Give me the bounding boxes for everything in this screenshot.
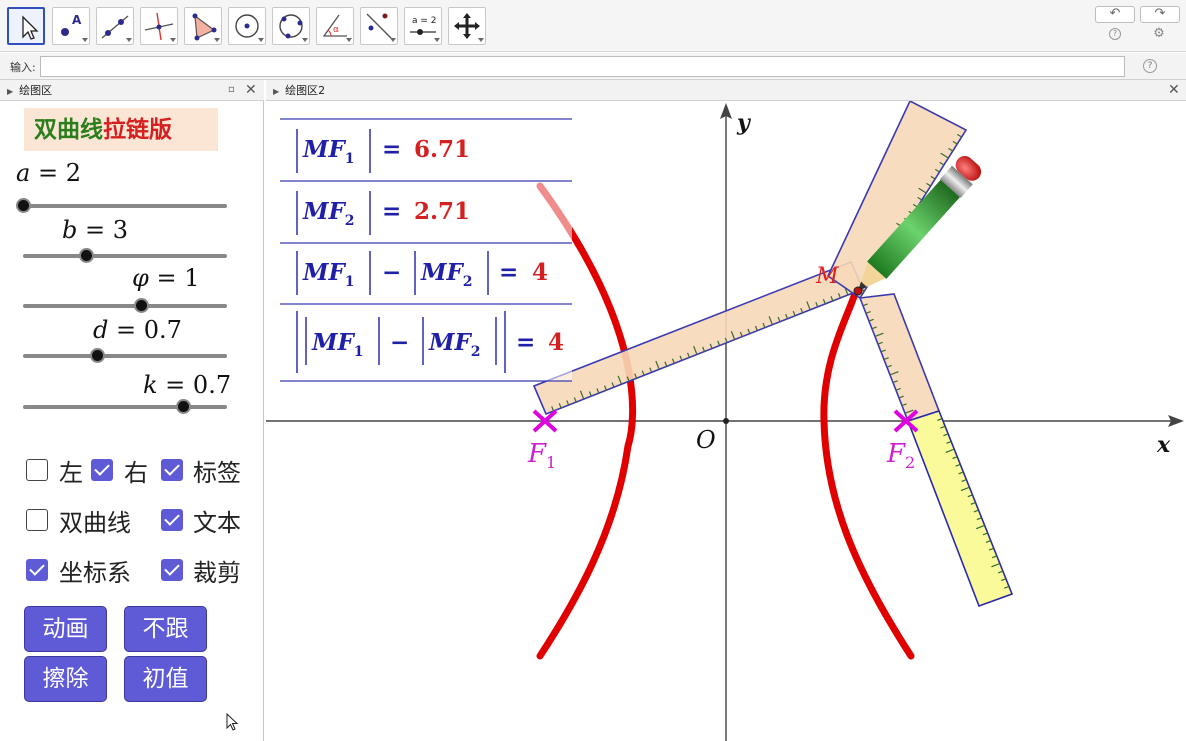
no-trace-button[interactable]: 不跟 <box>124 606 207 652</box>
heading-part1: 双曲线 <box>34 116 103 143</box>
undock-icon[interactable]: ▫ <box>228 82 235 98</box>
abs-difference-value: 4 <box>548 329 564 356</box>
heading-box: 双曲线拉链版 <box>24 108 218 151</box>
redo-button[interactable]: ↷ <box>1140 6 1180 23</box>
close-icon[interactable]: ✕ <box>1168 82 1180 98</box>
x-axis-label: x <box>1156 432 1171 458</box>
point-m[interactable] <box>853 286 863 296</box>
undo-button[interactable]: ↶ <box>1095 6 1135 23</box>
help-icon[interactable]: ? <box>1109 28 1121 40</box>
graphics-view-1-title: 绘图区 <box>19 84 53 97</box>
svg-text:−: − <box>390 329 409 356</box>
circle-center-tool-button[interactable] <box>228 7 266 45</box>
slider-tool-button[interactable]: a = 2 <box>404 7 442 45</box>
circle-three-points-tool-button[interactable] <box>272 7 310 45</box>
graphics-view-2-titlebar: ▶ 绘图区2 ✕ <box>266 80 1186 101</box>
polygon-tool-button[interactable] <box>184 7 222 45</box>
graphics-view-1: 双曲线拉链版 a = 2b = 3φ = 1d = 0.7 k = 0.7 左 右… <box>0 101 264 741</box>
checkbox-axes[interactable] <box>26 559 48 581</box>
point-tool-button[interactable]: A <box>52 7 90 45</box>
distance-table: MF1 = 6.71 MF2 = 2.71 MF1 − MF2 = 4 MF1 … <box>280 118 572 382</box>
focus-f2-label: F2 <box>886 439 915 472</box>
close-icon[interactable]: ✕ <box>245 82 257 98</box>
angle-tool-button[interactable]: α <box>316 7 354 45</box>
checkbox-left[interactable] <box>26 459 48 481</box>
move-graphics-view-button[interactable] <box>448 7 486 45</box>
slider-0-label: a = 2 <box>16 159 81 187</box>
reset-button[interactable]: 初值 <box>124 656 207 702</box>
origin-point <box>723 418 729 424</box>
checkbox-clip-label: 裁剪 <box>193 559 241 587</box>
undo-icon: ↶ <box>1109 6 1121 21</box>
slider-0-track[interactable] <box>23 204 227 208</box>
point-m-label: M <box>815 264 839 289</box>
checkbox-labels-label: 标签 <box>193 459 241 487</box>
svg-text:=: = <box>499 259 518 286</box>
checkbox-left-label: 左 <box>59 459 83 487</box>
reflect-tool-button[interactable] <box>360 7 398 45</box>
y-axis-label: y <box>736 110 752 136</box>
ruler-mf2 <box>858 293 941 422</box>
heading-part2: 拉链版 <box>103 116 172 143</box>
mf2-value: 2.71 <box>414 198 470 225</box>
settings-icon[interactable]: ⚙ <box>1153 27 1165 40</box>
input-field[interactable] <box>40 56 1125 77</box>
slider-3-label: d = 0.7 <box>93 316 182 344</box>
mf1-value: 6.71 <box>414 136 470 163</box>
slider-1-label: b = 3 <box>62 216 129 244</box>
slider-2-track[interactable] <box>23 304 227 308</box>
svg-text:A: A <box>72 13 82 27</box>
checkbox-axes-label: 坐标系 <box>59 559 131 587</box>
checkbox-right[interactable] <box>91 459 113 481</box>
graphics-view-2-title: 绘图区2 <box>285 84 326 97</box>
checkbox-hyperbola[interactable] <box>26 509 48 531</box>
input-bar: 输入: ? <box>0 53 1186 80</box>
difference-value: 4 <box>532 259 548 286</box>
redo-icon: ↷ <box>1154 6 1166 21</box>
input-help-icon[interactable]: ? <box>1143 59 1157 73</box>
svg-text:−: − <box>382 259 401 286</box>
checkbox-text[interactable] <box>161 509 183 531</box>
slider-4-knob[interactable] <box>175 399 191 414</box>
slider-2-knob[interactable] <box>133 298 149 313</box>
slider-4-label: k = 0.7 <box>143 371 232 399</box>
slider-1-track[interactable] <box>23 254 227 258</box>
slider-3-track[interactable] <box>23 354 227 358</box>
slider-3-knob[interactable] <box>90 348 106 363</box>
ruler-mf1 <box>532 260 865 416</box>
graphics-view-1-titlebar: ▶ 绘图区 ▫ ✕ <box>0 80 264 101</box>
input-label: 输入: <box>10 61 36 74</box>
svg-text:α: α <box>333 25 339 35</box>
svg-text:=: = <box>516 329 535 356</box>
checkbox-right-label: 右 <box>124 459 148 487</box>
slider-4-track[interactable] <box>23 405 227 409</box>
svg-text:=: = <box>382 136 401 163</box>
svg-text:=: = <box>382 198 401 225</box>
mouse-cursor-icon <box>226 713 239 731</box>
slider-0-knob[interactable] <box>16 198 31 213</box>
perpendicular-tool-button[interactable] <box>140 7 178 45</box>
line-tool-button[interactable] <box>96 7 134 45</box>
checkbox-text-label: 文本 <box>193 509 241 537</box>
checkbox-hyperbola-label: 双曲线 <box>59 509 131 537</box>
slider-1-knob[interactable] <box>78 248 94 263</box>
focus-f1-label: F1 <box>527 439 556 472</box>
erase-button[interactable]: 擦除 <box>24 656 107 702</box>
collapse-triangle-icon[interactable]: ▶ <box>273 81 279 102</box>
toolbar: A α a = 2 ↶ ↷ ? ⚙ <box>0 0 1186 52</box>
checkbox-clip[interactable] <box>161 559 183 581</box>
collapse-triangle-icon[interactable]: ▶ <box>7 81 13 102</box>
move-tool-button[interactable] <box>7 7 45 45</box>
checkbox-labels[interactable] <box>161 459 183 481</box>
slider-tool-text: a = 2 <box>412 16 437 26</box>
animate-button[interactable]: 动画 <box>24 606 107 652</box>
origin-label: O <box>696 426 716 454</box>
ruler-yellow <box>906 410 1014 608</box>
graphics-view-2[interactable]: x y O M F1 F2 MF1 = 6.71 MF2 = 2.71 MF1 … <box>266 101 1186 741</box>
slider-2-label: φ = 1 <box>132 264 200 292</box>
